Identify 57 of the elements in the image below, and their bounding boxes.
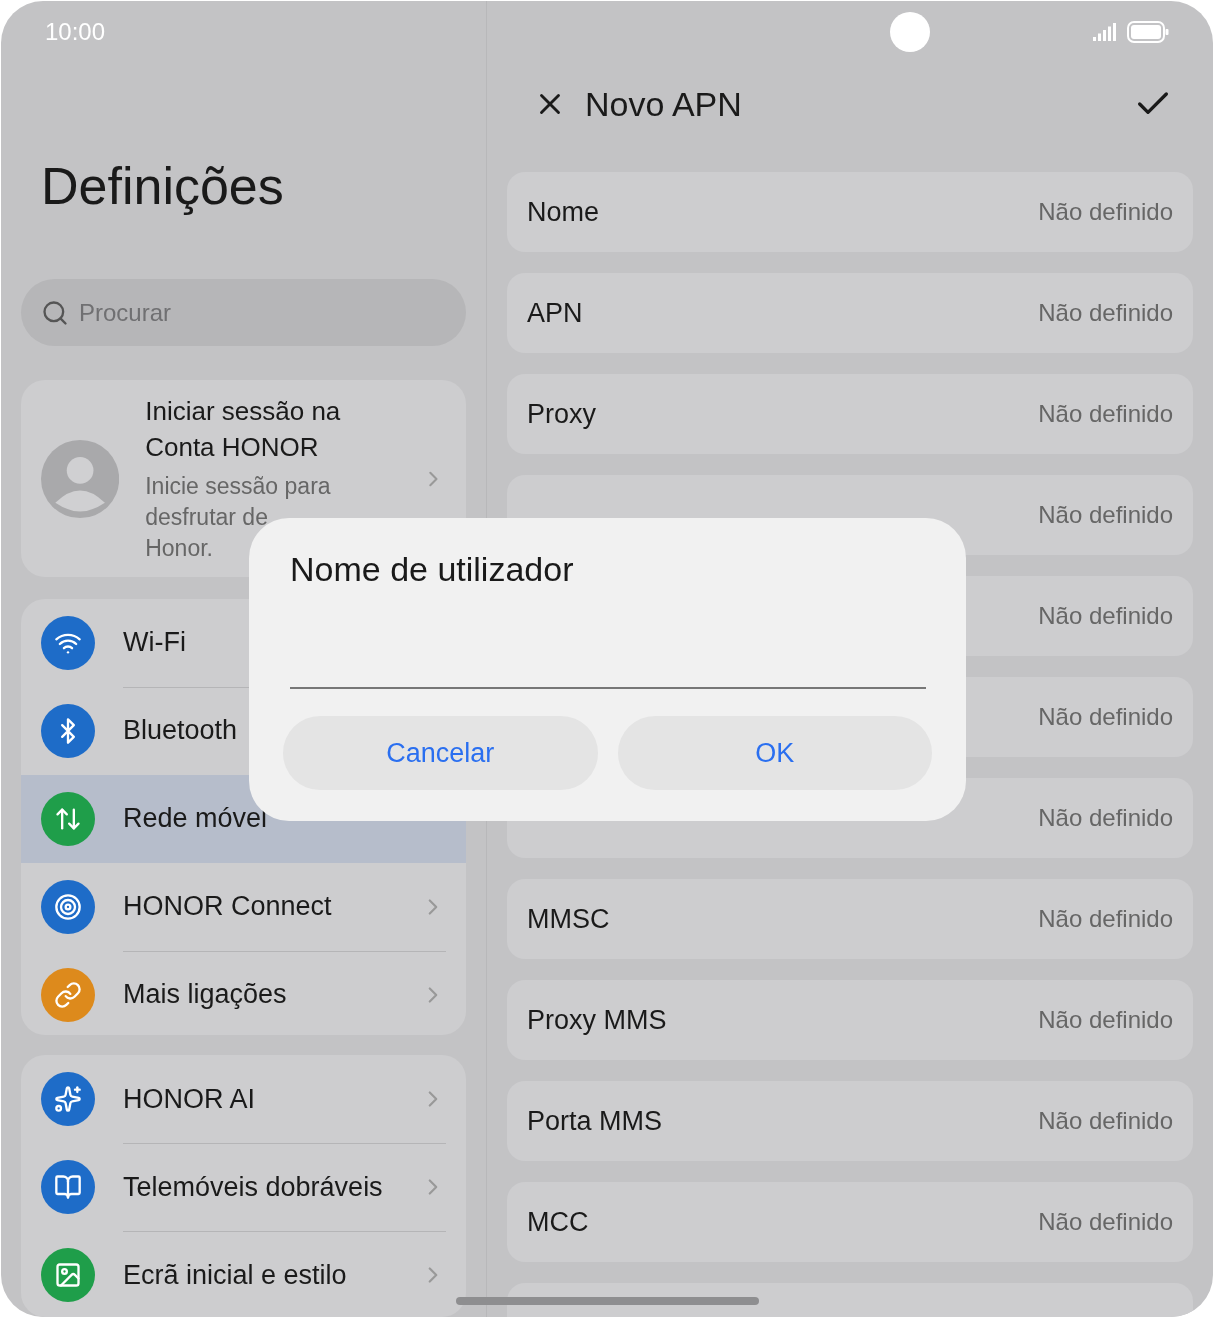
settings-item[interactable]: Mais ligações — [21, 950, 466, 1036]
field-value: Não definido — [1038, 299, 1173, 327]
apn-field-row[interactable]: APN Não definido — [507, 273, 1193, 353]
field-label: Porta MMS — [527, 1105, 663, 1137]
apn-field-row[interactable]: Proxy MMS Não definido — [507, 980, 1193, 1060]
settings-item[interactable]: HONOR Connect — [21, 862, 466, 951]
ok-button[interactable]: OK — [617, 716, 932, 790]
apn-field-row[interactable]: Nome Não definido — [507, 172, 1193, 252]
settings-item[interactable]: Wi-Fi — [21, 598, 466, 687]
account-subtitle-end: Honor. — [145, 534, 214, 564]
signal-icon — [1093, 23, 1117, 41]
field-label: Nome — [527, 196, 600, 228]
avatar-icon — [41, 437, 120, 520]
field-value: Não definido — [1038, 198, 1173, 226]
item-label: Wi-Fi — [123, 627, 187, 659]
item-label: Rede móvel — [123, 803, 269, 835]
item-label: HONOR AI — [123, 1083, 257, 1115]
apn-field-row[interactable]: MMSC Não definido — [507, 879, 1193, 959]
field-label: APN — [527, 297, 583, 329]
item-label: HONOR Connect — [123, 891, 333, 923]
field-value: Não definido — [1038, 1107, 1173, 1135]
page-title: Definições — [41, 156, 285, 217]
field-value: Não definido — [1038, 804, 1173, 832]
field-value: Não definido — [1038, 703, 1173, 731]
account-subtitle: Inicie sessão para desfrutar de — [145, 472, 332, 533]
item-label: Bluetooth — [123, 715, 239, 747]
apn-field-row[interactable]: MCC Não definido — [507, 1182, 1193, 1262]
image-icon — [54, 1261, 82, 1290]
cancel-button[interactable]: Cancelar — [283, 716, 598, 790]
apn-field-row[interactable]: Proxy Não definido — [507, 374, 1193, 454]
field-label: MCC — [527, 1206, 589, 1238]
field-label: Proxy MMS — [527, 1004, 667, 1036]
field-value: Não definido — [1038, 400, 1173, 428]
item-label: Telemóveis dobráveis — [123, 1171, 384, 1203]
search-icon — [41, 299, 69, 327]
settings-item[interactable]: HONOR AI — [21, 1055, 466, 1144]
field-value: Não definido — [1038, 905, 1173, 933]
field-value: Não definido — [1038, 1208, 1173, 1236]
settings-item[interactable]: Telemóveis dobráveis — [21, 1143, 466, 1232]
item-label: Mais ligações — [123, 979, 288, 1011]
field-label: MMSC — [527, 903, 610, 935]
screen-title: Novo APN — [585, 84, 743, 124]
battery-icon — [1127, 21, 1169, 43]
apn-field-row[interactable]: Porta MMS Não definido — [507, 1081, 1193, 1161]
settings-item[interactable]: Ecrã inicial e estilo — [21, 1231, 466, 1317]
link-icon — [54, 980, 82, 1009]
field-value: Não definido — [1038, 1006, 1173, 1034]
account-title: Iniciar sessão na Conta HONOR — [145, 395, 342, 465]
status-time: 10:00 — [45, 18, 106, 46]
item-label: Ecrã inicial e estilo — [123, 1259, 348, 1291]
sparkles-icon — [54, 1085, 82, 1114]
field-value: Não definido — [1038, 602, 1173, 630]
search-field[interactable]: Procurar — [21, 279, 466, 347]
camera-dot — [890, 12, 930, 52]
target-icon — [54, 892, 82, 921]
field-label: Proxy — [527, 398, 597, 430]
field-value: Não definido — [1038, 501, 1173, 529]
